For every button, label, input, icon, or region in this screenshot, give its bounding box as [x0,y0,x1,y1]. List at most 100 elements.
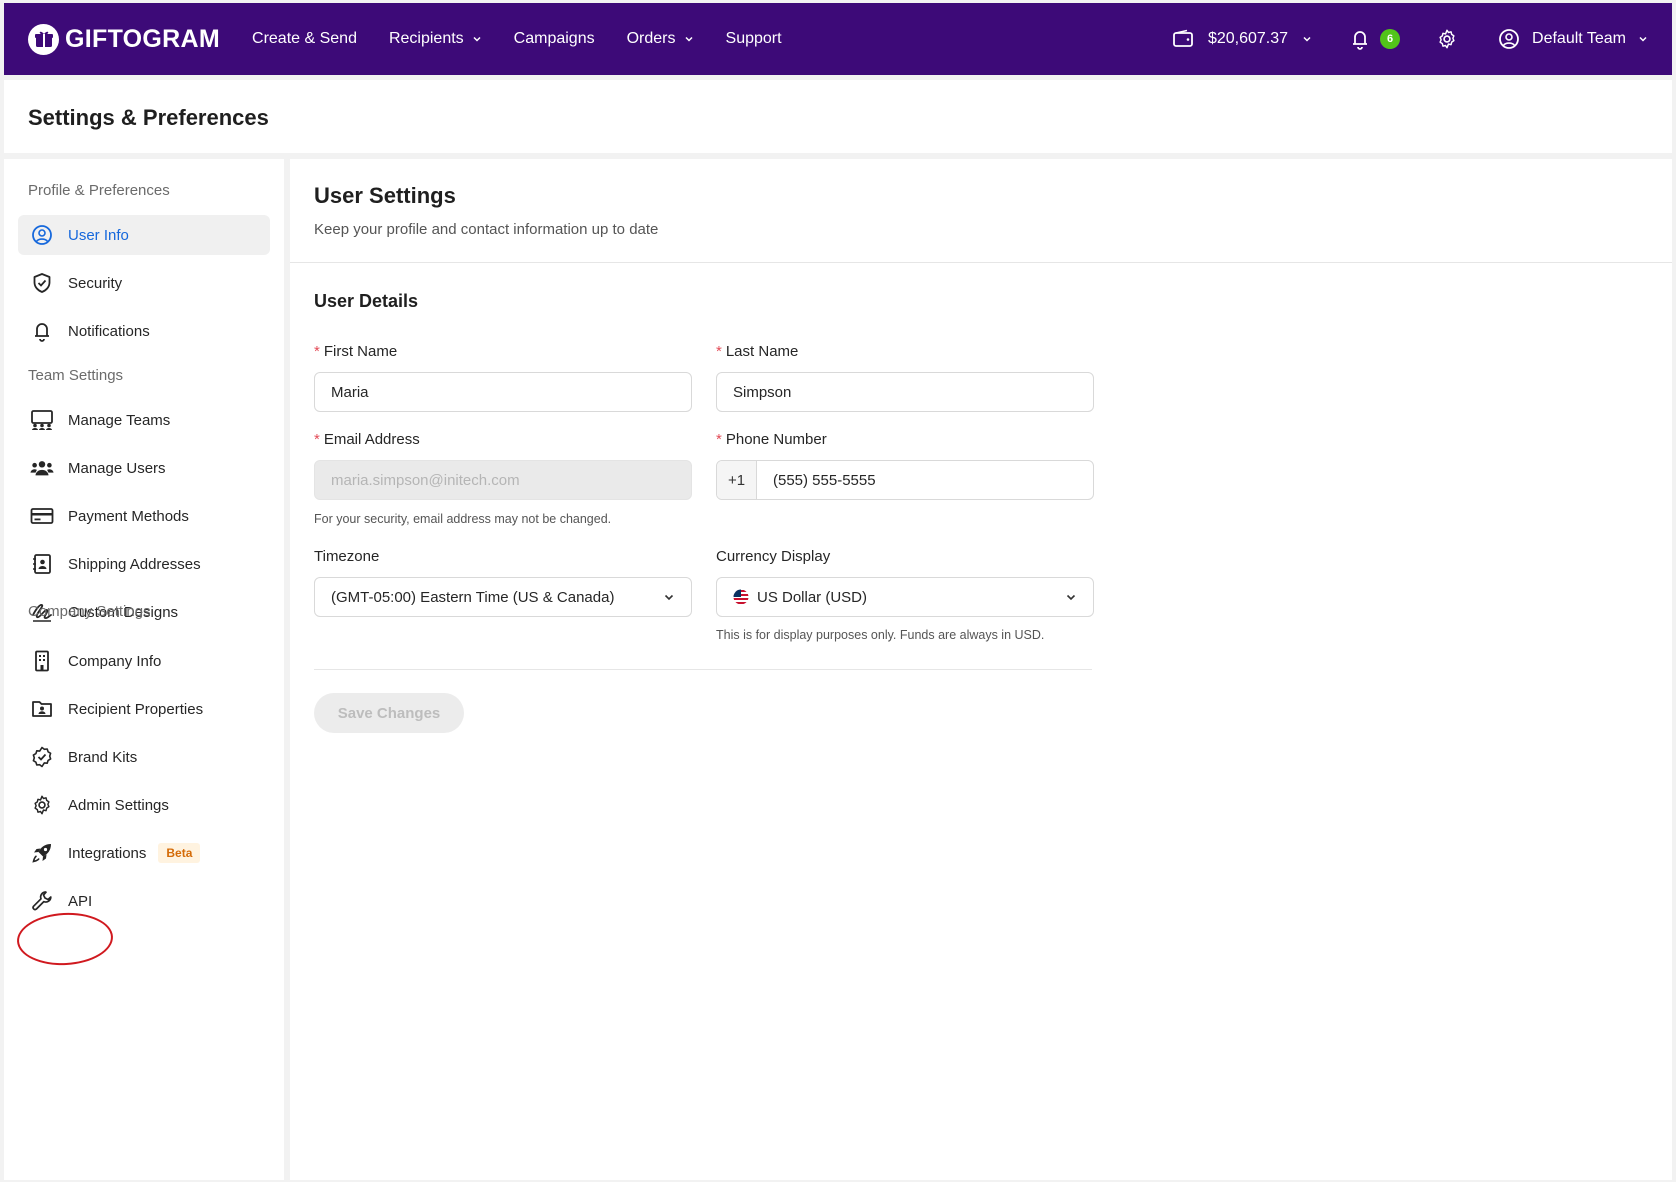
notifications-button[interactable]: 6 [1350,28,1401,50]
bell-icon [30,319,54,343]
sidebar-item-security[interactable]: Security [18,263,270,303]
us-flag-icon [733,589,749,605]
giftogram-logo[interactable]: GIFTOGRAM [28,23,220,55]
section-subtitle: Keep your profile and contact informatio… [314,221,659,238]
currency-select[interactable]: US Dollar (USD) [716,577,1094,617]
group-label-profile: Profile & Preferences [28,182,170,199]
sidebar-item-label: Company Info [68,652,162,670]
address-book-icon [30,552,54,576]
nav-label: Campaigns [513,30,595,47]
sidebar-item-label: Payment Methods [68,507,189,525]
phone-number-value[interactable]: (555) 555-5555 [757,461,1093,499]
top-navbar: GIFTOGRAM Create & Send Recipients Campa… [4,3,1672,75]
settings-button[interactable] [1436,28,1458,50]
page-title: Settings & Preferences [28,105,269,130]
team-dropdown[interactable]: Default Team [1498,28,1648,50]
sidebar-item-label: Notifications [68,322,150,340]
form-divider [314,669,1092,670]
email-hint: For your security, email address may not… [314,512,612,526]
sidebar-item-manage-teams[interactable]: Manage Teams [18,400,270,440]
sidebar-item-company-info[interactable]: Company Info [18,641,270,681]
timezone-label: Timezone [314,548,380,565]
phone-label: * Phone Number [716,431,827,448]
main-content: User Settings Keep your profile and cont… [290,159,1672,1180]
nav-recipients[interactable]: Recipients [389,30,482,48]
nav-support[interactable]: Support [726,30,782,48]
timezone-select[interactable]: (GMT-05:00) Eastern Time (US & Canada) [314,577,692,617]
chevron-down-icon [1303,36,1311,42]
users-icon [30,456,54,480]
nav-label: Recipients [388,30,464,47]
top-right-controls: $20,607.37 6 Default Team [1172,28,1648,50]
user-circle-icon [1499,29,1519,49]
group-label-team: Team Settings [28,367,124,384]
timezone-value: (GMT-05:00) Eastern Time (US & Canada) [331,588,615,606]
sidebar-item-label: Shipping Addresses [68,555,201,573]
gear-icon [1439,29,1455,49]
sidebar-item-label: Manage Teams [68,411,171,429]
currency-hint: This is for display purposes only. Funds… [716,628,1045,642]
group-label-company: Company Settings [28,603,151,620]
sidebar-item-label: Admin Settings [68,796,169,814]
chevron-down-icon [684,36,693,42]
phone-input[interactable]: +1 (555) 555-5555 [716,460,1094,500]
nav-label: Support [725,30,782,47]
settings-sidebar: Profile & Preferences User Info Security… [4,159,284,1180]
sidebar-item-shipping-addresses[interactable]: Shipping Addresses [18,544,270,584]
sidebar-item-manage-users[interactable]: Manage Users [18,448,270,488]
credit-card-icon [30,504,54,528]
divider [290,262,1672,263]
rocket-icon [30,841,54,865]
sidebar-item-label: Security [68,274,123,292]
sidebar-item-integrations[interactable]: Integrations Beta [18,833,270,873]
balance-amount: $20,607.37 [1207,30,1289,47]
team-name: Default Team [1532,30,1626,47]
gear-icon [30,793,54,817]
nav-campaigns[interactable]: Campaigns [514,30,595,48]
save-changes-button[interactable]: Save Changes [314,693,464,733]
chevron-down-icon [1066,594,1076,601]
currency-value: US Dollar (USD) [757,588,868,606]
notification-count-badge: 6 [1380,29,1401,49]
sidebar-item-user-info[interactable]: User Info [18,215,270,255]
email-input: maria.simpson@initech.com [314,460,692,500]
page-header: Settings & Preferences [4,80,1672,153]
beta-badge: Beta [158,843,201,863]
sidebar-item-api[interactable]: API [18,881,270,921]
balance-dropdown[interactable]: $20,607.37 [1172,29,1312,49]
sidebar-item-label: User Info [68,226,129,244]
chevron-down-icon [1639,36,1647,42]
main-nav: Create & Send Recipients Campaigns Order… [252,30,814,48]
wallet-icon [1173,29,1193,47]
sidebar-item-brand-kits[interactable]: Brand Kits [18,737,270,777]
sidebar-item-label: API [68,892,93,910]
email-label: * Email Address [314,431,420,448]
sidebar-item-admin-settings[interactable]: Admin Settings [18,785,270,825]
last-name-label: * Last Name [716,343,799,360]
last-name-input[interactable]: Simpson [716,372,1094,412]
user-circle-icon [30,223,54,247]
teams-icon [30,408,54,432]
nav-create-send[interactable]: Create & Send [252,30,357,48]
nav-label: Create & Send [252,30,357,47]
user-details-heading: User Details [314,291,419,311]
building-icon [30,649,54,673]
first-name-input[interactable]: Maria [314,372,692,412]
chevron-down-icon [664,594,674,601]
badge-check-icon [30,745,54,769]
first-name-label: * First Name [314,343,398,360]
sidebar-item-payment-methods[interactable]: Payment Methods [18,496,270,536]
sidebar-item-label: Recipient Properties [68,700,204,718]
country-code[interactable]: +1 [717,461,757,499]
wrench-icon [30,889,54,913]
sidebar-item-label: Manage Users [68,459,166,477]
bell-icon [1353,31,1368,50]
sidebar-item-label: Brand Kits [68,748,138,766]
sidebar-item-notifications[interactable]: Notifications [18,311,270,351]
currency-label: Currency Display [716,548,831,565]
nav-orders[interactable]: Orders [627,30,694,48]
sidebar-item-label: Integrations [68,844,147,862]
gift-logo-icon [28,23,59,55]
section-heading: User Settings [314,183,456,208]
sidebar-item-recipient-properties[interactable]: Recipient Properties [18,689,270,729]
